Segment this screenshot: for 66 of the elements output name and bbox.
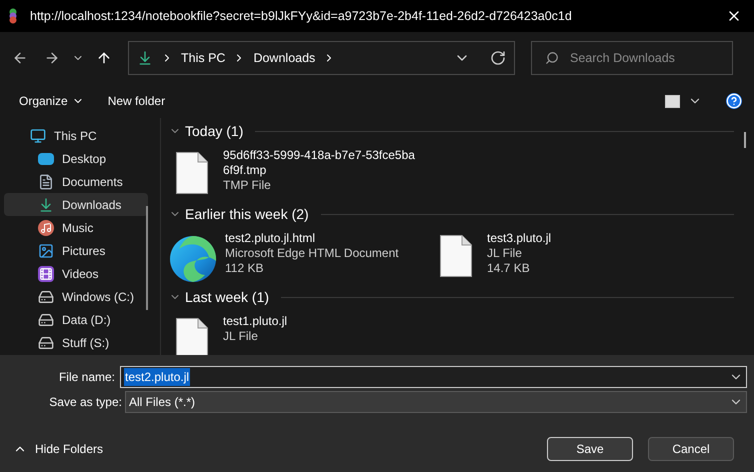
back-icon[interactable] bbox=[12, 50, 28, 66]
file-type: JL File bbox=[487, 246, 523, 261]
sidebar-item[interactable]: This PC bbox=[4, 124, 148, 147]
organize-button[interactable]: Organize bbox=[19, 92, 84, 110]
address-bar[interactable]: This PC Downloads bbox=[128, 41, 515, 75]
scrollbar-thumb[interactable] bbox=[146, 206, 148, 310]
file-item[interactable]: 95d6ff33-5999-418a-b7e7-53fce5ba 6f9f.tmp TMP File bbox=[169, 148, 433, 201]
search-field[interactable]: Search Downloads bbox=[531, 41, 733, 75]
sidebar-item[interactable]: Videos bbox=[4, 262, 148, 285]
window-title: http://localhost:1234/notebookfile?secret=b9lJkFYy&id=a9723b7e-2b4f-11ed-26d2-d726423a0c1d bbox=[30, 8, 573, 25]
app-logo-icon bbox=[8, 8, 18, 24]
browser-logo-icon bbox=[169, 235, 217, 283]
help-icon[interactable] bbox=[726, 93, 742, 109]
file-name: test2.pluto.jl.html bbox=[225, 231, 316, 246]
file-item[interactable]: test3.pluto.jl JL File 14.7 KB bbox=[433, 231, 697, 284]
sidebar-item[interactable]: Data (D:) bbox=[4, 308, 148, 331]
file-name: test3.pluto.jl bbox=[487, 231, 552, 246]
drive-icon bbox=[38, 334, 54, 350]
breadcrumb-item[interactable]: This PC bbox=[181, 48, 226, 68]
download-icon bbox=[137, 50, 153, 66]
save-type-dropdown[interactable]: All Files (*.*) bbox=[125, 391, 747, 413]
sidebar-item[interactable]: Windows (C:) bbox=[4, 285, 148, 308]
sidebar-item[interactable]: Stuff (S:) bbox=[4, 331, 148, 354]
file-item[interactable]: test2.pluto.jl.html Microsoft Edge HTML Document 112 KB bbox=[169, 231, 433, 284]
desktop-icon bbox=[38, 152, 54, 164]
file-name: 95d6ff33-5999-418a-b7e7-53fce5ba 6f9f.tmp bbox=[223, 148, 416, 178]
scrollbar-thumb[interactable] bbox=[744, 132, 746, 148]
file-icon bbox=[176, 318, 208, 355]
picture-icon bbox=[38, 242, 54, 258]
sidebar-item[interactable]: Music bbox=[4, 216, 148, 239]
file-name: test1.pluto.jl bbox=[223, 314, 288, 329]
up-icon[interactable] bbox=[96, 50, 112, 66]
hide-folders-button[interactable]: Hide Folders bbox=[13, 440, 104, 458]
file-size: 14.7 KB bbox=[487, 261, 531, 276]
group-header[interactable]: Earlier this week (2) bbox=[185, 204, 309, 224]
sidebar-item[interactable]: Pictures bbox=[4, 239, 148, 262]
file-icon bbox=[176, 152, 208, 194]
video-icon bbox=[38, 266, 54, 282]
file-type: Microsoft Edge HTML Document bbox=[225, 246, 400, 261]
file-type: TMP File bbox=[223, 178, 272, 193]
save-button[interactable]: Save bbox=[547, 437, 633, 461]
file-icon bbox=[440, 235, 472, 277]
group-header[interactable]: Today (1) bbox=[185, 120, 244, 142]
search-icon bbox=[545, 51, 559, 65]
field-label: Save as type: bbox=[48, 394, 123, 411]
download-icon bbox=[38, 196, 54, 212]
sidebar-item[interactable]: Desktop bbox=[4, 147, 148, 170]
new-folder-button[interactable]: New folder bbox=[108, 92, 166, 110]
drive-icon bbox=[38, 312, 54, 328]
file-item[interactable]: test1.pluto.jl JL File bbox=[169, 314, 433, 355]
file-name-field[interactable]: test2.pluto.jl bbox=[120, 366, 747, 388]
sidebar-item[interactable]: Downloads bbox=[4, 193, 148, 216]
music-icon bbox=[38, 220, 54, 236]
file-type: JL File bbox=[223, 329, 259, 344]
group-header[interactable]: Last week (1) bbox=[185, 286, 270, 308]
breadcrumb-item[interactable]: Downloads bbox=[253, 48, 316, 68]
file-size: 112 KB bbox=[225, 261, 264, 276]
view-options-icon[interactable] bbox=[665, 94, 680, 108]
drive-icon bbox=[38, 288, 54, 304]
computer-icon bbox=[30, 128, 46, 144]
sidebar-item[interactable]: Documents bbox=[4, 170, 148, 193]
document-icon bbox=[38, 174, 54, 190]
cancel-button[interactable]: Cancel bbox=[648, 437, 734, 461]
field-label: File name: bbox=[58, 369, 116, 386]
refresh-icon[interactable] bbox=[490, 50, 506, 66]
forward-icon[interactable] bbox=[44, 50, 60, 66]
